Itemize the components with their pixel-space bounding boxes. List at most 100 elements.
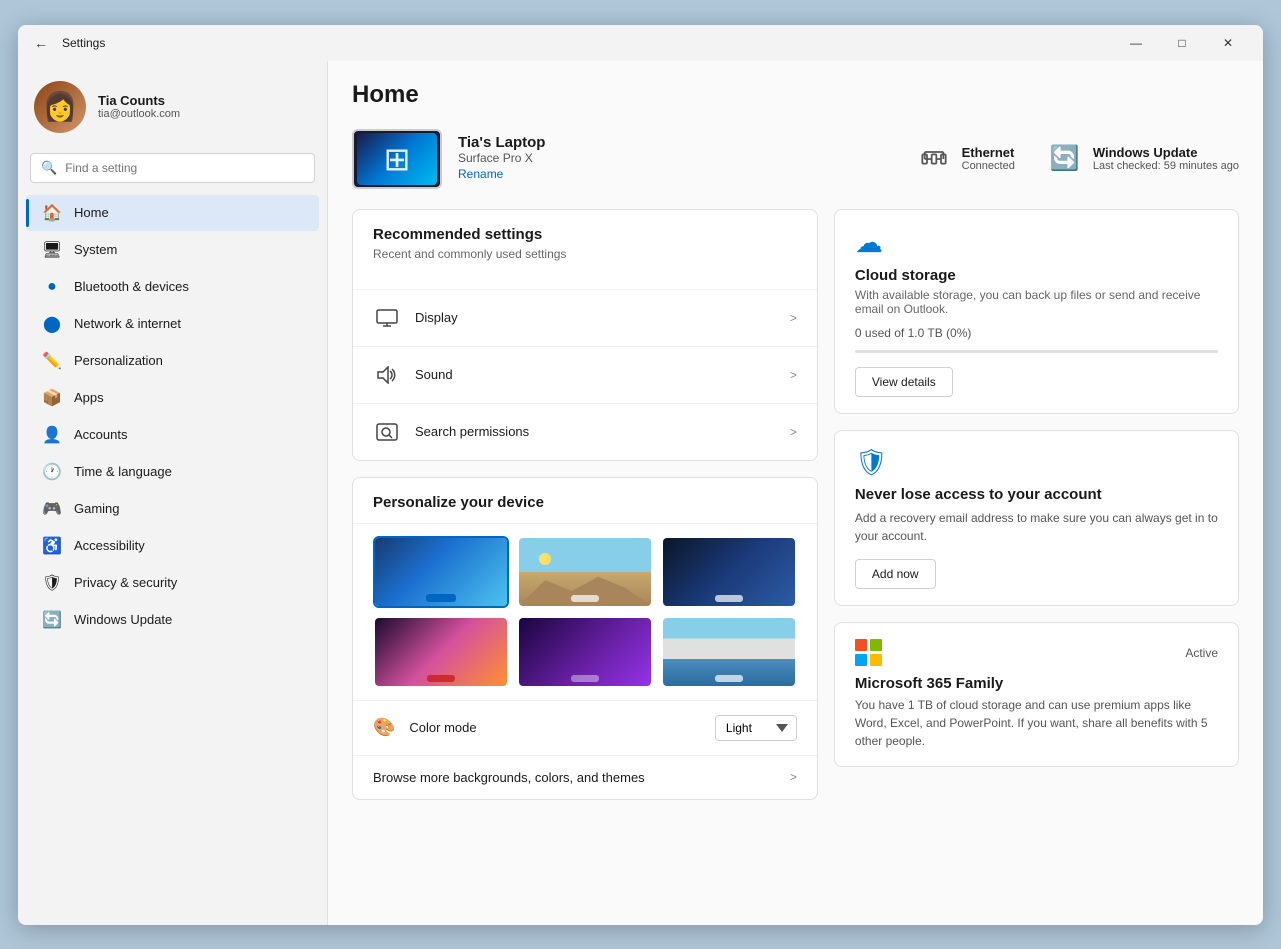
device-model: Surface Pro X (458, 151, 900, 165)
ms365-card: Active Microsoft 365 Family You have 1 T… (834, 622, 1239, 767)
ms365-logo (855, 639, 883, 667)
ethernet-label: Ethernet (962, 145, 1015, 160)
color-mode-label: Color mode (409, 720, 714, 735)
browse-more-row[interactable]: Browse more backgrounds, colors, and the… (353, 755, 817, 799)
accessibility-icon: ♿ (42, 536, 62, 556)
wallpaper-thumb-1[interactable] (373, 536, 509, 608)
sidebar-item-apps[interactable]: 📦 Apps (26, 380, 319, 416)
add-now-button[interactable]: Add now (855, 559, 936, 589)
search-box[interactable]: 🔍 (30, 153, 315, 183)
user-email: tia@outlook.com (98, 108, 180, 120)
windows-logo-icon: ⊞ (384, 140, 411, 178)
device-thumbnail: ⊞ (352, 129, 442, 189)
view-details-button[interactable]: View details (855, 367, 953, 397)
sidebar-item-label-time: Time & language (74, 464, 172, 479)
wallpaper-thumb-2[interactable] (517, 536, 653, 608)
cloud-icon: ☁ (855, 226, 1218, 259)
cloud-storage-card: ☁ Cloud storage With available storage, … (834, 209, 1239, 414)
rename-link[interactable]: Rename (458, 167, 503, 181)
cloud-storage-title: Cloud storage (855, 267, 1218, 284)
wallpaper-2-image (519, 538, 651, 606)
wallpaper-5-image (519, 618, 651, 686)
sidebar-item-personalization[interactable]: ✏️ Personalization (26, 343, 319, 379)
windows-update-sub: Last checked: 59 minutes ago (1093, 160, 1239, 172)
status-card-windows-update: 🔄 Windows Update Last checked: 59 minute… (1047, 141, 1239, 177)
sidebar-item-bluetooth[interactable]: ● Bluetooth & devices (26, 269, 319, 305)
recommended-header: Recommended settings Recent and commonly… (353, 210, 817, 289)
ethernet-sub: Connected (962, 160, 1015, 172)
wp-indicator-2 (571, 595, 599, 602)
wp-indicator-4 (427, 675, 455, 682)
window-title: Settings (62, 36, 105, 50)
browse-more-label: Browse more backgrounds, colors, and the… (373, 770, 790, 785)
windows-update-icon: 🔄 (1047, 141, 1083, 177)
wallpaper-4-image (375, 618, 507, 686)
user-profile[interactable]: 👩 Tia Counts tia@outlook.com (18, 69, 327, 149)
sidebar-item-label-system: System (74, 242, 117, 257)
chevron-browse-icon: > (790, 770, 797, 784)
wp-indicator-5 (571, 675, 599, 682)
color-mode-select[interactable]: Light Dark Custom (715, 715, 797, 741)
right-column: ☁ Cloud storage With available storage, … (834, 209, 1239, 800)
ms365-title: Microsoft 365 Family (855, 675, 1218, 692)
title-bar: ← Settings — □ ✕ (18, 25, 1263, 61)
shield-check-icon: 🛡 (855, 447, 1218, 478)
setting-item-display[interactable]: Display > (353, 289, 817, 346)
network-icon: ⬤ (42, 314, 62, 334)
status-card-ethernet: Ethernet Connected (916, 141, 1015, 177)
sidebar-item-label-network: Network & internet (74, 316, 181, 331)
setting-label-display: Display (415, 310, 790, 325)
window-controls: — □ ✕ (1113, 27, 1251, 59)
ms365-description: You have 1 TB of cloud storage and can u… (855, 696, 1218, 750)
wallpaper-thumb-4[interactable] (373, 616, 509, 688)
ms365-inner: Active Microsoft 365 Family You have 1 T… (835, 623, 1238, 766)
bluetooth-icon: ● (42, 277, 62, 297)
setting-item-search[interactable]: Search permissions > (353, 403, 817, 460)
cloud-storage-inner: ☁ Cloud storage With available storage, … (835, 210, 1238, 413)
setting-item-sound[interactable]: Sound > (353, 346, 817, 403)
account-security-desc: Add a recovery email address to make sur… (855, 509, 1218, 545)
sound-icon (373, 361, 401, 389)
device-status-cards: Ethernet Connected 🔄 Windows Update Last… (916, 141, 1239, 177)
gaming-icon: 🎮 (42, 499, 62, 519)
search-input[interactable] (65, 161, 304, 175)
sidebar-item-system[interactable]: 🖥 System (26, 232, 319, 268)
minimize-button[interactable]: — (1113, 27, 1159, 59)
content-area: Home ⊞ Tia's Laptop Surface Pro X Rename (328, 61, 1263, 925)
color-mode-row: 🎨 Color mode Light Dark Custom (353, 700, 817, 755)
sidebar-item-accounts[interactable]: 👤 Accounts (26, 417, 319, 453)
personalize-card: Personalize your device (352, 477, 818, 800)
sidebar-item-gaming[interactable]: 🎮 Gaming (26, 491, 319, 527)
storage-used: 0 used of 1.0 TB (0%) (855, 326, 1218, 340)
device-bar: ⊞ Tia's Laptop Surface Pro X Rename (352, 129, 1239, 189)
page-title: Home (352, 81, 1239, 109)
sidebar-item-accessibility[interactable]: ♿ Accessibility (26, 528, 319, 564)
ms365-logo-green (870, 639, 882, 651)
back-button[interactable]: ← (30, 31, 52, 55)
chevron-display-icon: > (790, 311, 797, 325)
system-icon: 🖥 (42, 240, 62, 260)
close-button[interactable]: ✕ (1205, 27, 1251, 59)
sidebar-item-time[interactable]: 🕐 Time & language (26, 454, 319, 490)
title-bar-left: ← Settings (30, 31, 105, 55)
personalize-title: Personalize your device (353, 478, 817, 524)
sidebar-item-update[interactable]: 🔄 Windows Update (26, 602, 319, 638)
setting-label-sound: Sound (415, 367, 790, 382)
apps-icon: 📦 (42, 388, 62, 408)
device-info: Tia's Laptop Surface Pro X Rename (458, 134, 900, 183)
wallpaper-thumb-3[interactable] (661, 536, 797, 608)
wp-indicator-6 (715, 675, 743, 682)
sidebar-item-network[interactable]: ⬤ Network & internet (26, 306, 319, 342)
settings-window: ← Settings — □ ✕ 👩 Tia Counts tia@outloo… (18, 25, 1263, 925)
accounts-icon: 👤 (42, 425, 62, 445)
sidebar-item-label-update: Windows Update (74, 612, 172, 627)
wallpaper-thumb-5[interactable] (517, 616, 653, 688)
windows-update-label: Windows Update (1093, 145, 1239, 160)
color-mode-icon: 🎨 (373, 717, 395, 738)
sidebar-item-privacy[interactable]: 🛡 Privacy & security (26, 565, 319, 601)
sidebar-item-home[interactable]: 🏠 Home (26, 195, 319, 231)
maximize-button[interactable]: □ (1159, 27, 1205, 59)
sidebar: 👩 Tia Counts tia@outlook.com 🔍 🏠 Home (18, 61, 328, 925)
wallpaper-thumb-6[interactable] (661, 616, 797, 688)
search-icon: 🔍 (41, 160, 57, 176)
